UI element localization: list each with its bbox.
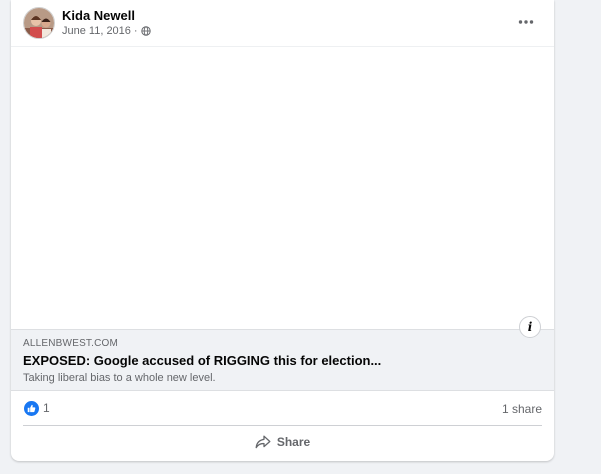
share-label: Share — [276, 435, 311, 449]
meta-separator: · — [133, 25, 138, 37]
info-icon: i — [527, 320, 533, 334]
globe-icon — [140, 26, 151, 36]
link-domain: ALLENBWEST.COM — [23, 338, 119, 349]
share-count[interactable]: 1 share — [502, 402, 542, 416]
thumbs-up-icon — [27, 404, 36, 413]
share-arrow-icon — [255, 435, 271, 449]
link-title[interactable]: EXPOSED: Google accused of RIGGING this … — [23, 353, 381, 368]
post-actions: Share — [11, 426, 554, 458]
more-options-button[interactable] — [512, 10, 540, 34]
link-preview[interactable]: ALLENBWEST.COM EXPOSED: Google accused o… — [11, 329, 554, 391]
post-meta: June 11, 2016 · — [62, 25, 151, 37]
info-button[interactable]: i — [519, 316, 541, 338]
avatar-photo — [24, 8, 54, 38]
post-date[interactable]: June 11, 2016 — [62, 25, 131, 37]
author-avatar[interactable] — [23, 7, 55, 39]
more-options-icon — [518, 20, 534, 24]
like-reaction-icon[interactable] — [24, 401, 39, 416]
post-stats: 1 1 share — [11, 391, 554, 425]
share-button[interactable]: Share — [23, 428, 542, 456]
link-description: Taking liberal bias to a whole new level… — [23, 372, 216, 384]
post-header: Kida Newell June 11, 2016 · — [11, 0, 554, 46]
post-card: Kida Newell June 11, 2016 · i ALLENBWEST… — [11, 0, 554, 461]
like-count[interactable]: 1 — [43, 401, 50, 415]
link-image-area[interactable] — [11, 46, 554, 330]
author-name[interactable]: Kida Newell — [62, 8, 135, 23]
